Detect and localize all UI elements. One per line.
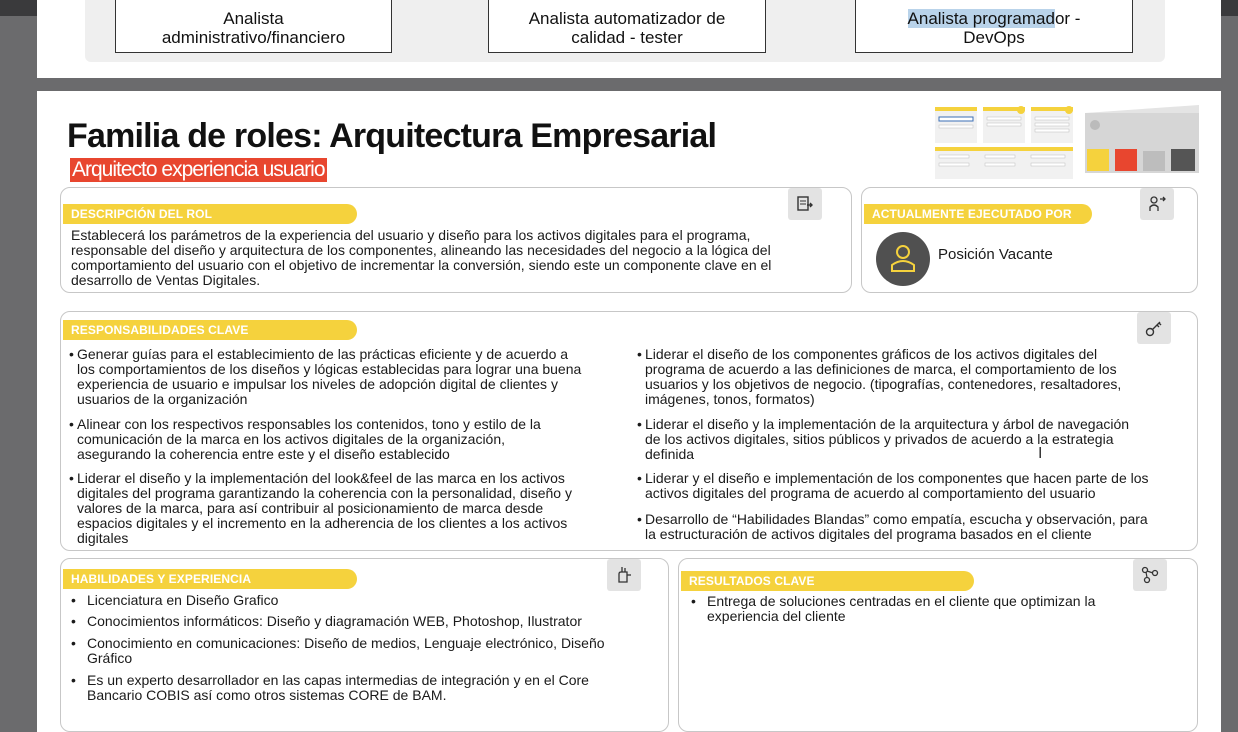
role-box-line-rest: or -	[1054, 9, 1081, 28]
responsabilidad-item: Liderar y el diseño e implementación de …	[637, 471, 1193, 501]
item-line: Bancario COBIS así como otros sistemas C…	[87, 687, 447, 703]
descripcion-header: DESCRIPCIÓN DEL ROL	[63, 204, 357, 224]
descripcion-text: Establecerá los parámetros de la experie…	[71, 228, 846, 288]
resultados-header: RESULTADOS CLAVE	[681, 571, 974, 591]
habilidad-item: Conocimiento en comunicaciones: Diseño d…	[71, 636, 661, 666]
item-line: definida	[645, 446, 695, 462]
habilidad-item: Licenciatura en Diseño Grafico	[71, 592, 661, 609]
responsabilidad-item: Desarrollo de “Habilidades Blandas” como…	[637, 512, 1193, 542]
resultado-item: Entrega de soluciones centradas en el cl…	[691, 594, 1191, 624]
descripcion-line: Establecerá los parámetros de la experie…	[71, 227, 751, 243]
item-line: Gráfico	[87, 650, 133, 666]
person-outline-icon	[891, 245, 915, 272]
page-subtitle: Arquitecto experiencia usuario	[70, 158, 327, 182]
previous-slide: Analista administrativo/financiero Anali…	[37, 0, 1221, 78]
role-box-line: Analista programador -	[856, 9, 1132, 28]
responsabilidad-item: Liderar el diseño y la implementación de…	[69, 471, 629, 546]
item-line: digitales	[77, 530, 129, 546]
item-line: Generar guías para el establecimiento de…	[77, 346, 569, 362]
item-line: Licenciatura en Diseño Grafico	[87, 592, 279, 608]
item-line: Liderar el diseño y la implementación de…	[77, 470, 565, 486]
item-line: Alinear con los respectivos responsables…	[77, 416, 541, 432]
item-line: Entrega de soluciones centradas en el cl…	[707, 593, 1096, 609]
network-nodes-icon	[1133, 559, 1167, 591]
ejecutado-header: ACTUALMENTE EJECUTADO POR	[864, 204, 1092, 224]
descripcion-line: comportamiento del usuario con el objeti…	[71, 257, 772, 273]
role-box-devops: Analista programador - DevOps	[855, 0, 1133, 53]
descripcion-line: responsable del diseño y arquitectura de…	[71, 242, 771, 258]
habilidad-item: Conocimientos informáticos: Diseño y dia…	[71, 613, 661, 630]
hand-pen-icon	[607, 559, 641, 591]
habilidades-card: HABILIDADES Y EXPERIENCIA Licenciatura e…	[60, 558, 669, 732]
habilidades-header: HABILIDADES Y EXPERIENCIA	[63, 569, 357, 589]
item-line: espacios digitales y el incremento en la…	[77, 515, 568, 531]
role-box-line: DevOps	[963, 28, 1025, 47]
page-title: Familia de roles: Arquitectura Empresari…	[67, 117, 717, 155]
habilidad-item: Es un experto desarrollador en las capas…	[71, 673, 661, 703]
role-map-thumbnail	[935, 105, 1199, 179]
item-line: Liderar el diseño y la implementación de…	[645, 416, 1130, 432]
role-box-line: administrativo/financiero	[161, 28, 346, 47]
item-line: la estructuración de activos digitales d…	[645, 526, 1092, 542]
item-line: valores de la marca, para así contribuir…	[77, 500, 544, 516]
item-line: activos digitales del programa de acuerd…	[645, 485, 1096, 501]
responsabilidad-item: Liderar el diseño y la implementación de…	[637, 417, 1193, 462]
descripcion-card: DESCRIPCIÓN DEL ROL Establecerá los pará…	[60, 187, 852, 293]
item-line: asegurando la coherencia entre este y el…	[77, 446, 450, 462]
responsabilidad-item: Generar guías para el establecimiento de…	[69, 347, 629, 407]
item-line: usuarios y los objetivos de negocio. (ti…	[645, 376, 1122, 392]
role-box-line: calidad - tester	[571, 28, 683, 47]
responsabilidad-item: Alinear con los respectivos responsables…	[69, 417, 629, 462]
item-line: Liderar el diseño de los componentes grá…	[645, 346, 1098, 362]
item-line: programa de acuerdo a las definiciones d…	[645, 361, 1117, 377]
ejecutado-value: Posición Vacante	[938, 246, 1053, 263]
slide-page: Familia de roles: Arquitectura Empresari…	[37, 91, 1221, 732]
ejecutado-card: ACTUALMENTE EJECUTADO POR Posición Vacan…	[861, 187, 1198, 293]
item-line: Desarrollo de “Habilidades Blandas” como…	[645, 511, 1148, 527]
item-line: de los activos digitales, sitios público…	[645, 431, 1114, 447]
descripcion-line: desarrollo de Ventas Digitales.	[71, 272, 261, 288]
avatar	[876, 232, 930, 286]
document-arrow-icon	[788, 188, 822, 220]
text-cursor-icon: I	[1038, 445, 1043, 462]
item-line: comunicación de la marca en los activos …	[77, 431, 506, 447]
item-line: usuarios de la organización	[77, 391, 248, 407]
role-box-line: Analista automatizador de	[528, 9, 726, 28]
people-arrows-icon	[1140, 188, 1174, 220]
role-box-administrativo: Analista administrativo/financiero	[115, 0, 392, 53]
responsabilidad-item: Liderar el diseño de los componentes grá…	[637, 347, 1193, 407]
item-line: imágenes, tonos, formatos)	[645, 391, 815, 407]
item-line: Es un experto desarrollador en las capas…	[87, 672, 589, 688]
item-line: experiencia de usuario e impulsar los ni…	[77, 376, 558, 392]
responsabilidades-header: RESPONSABILIDADES CLAVE	[63, 320, 357, 340]
item-line: los comportamientos de los diseños y lóg…	[77, 361, 582, 377]
item-line: Liderar y el diseño e implementación de …	[645, 470, 1149, 486]
item-line: Conocimientos informáticos: Diseño y dia…	[87, 613, 582, 629]
item-line: Conocimiento en comunicaciones: Diseño d…	[87, 635, 605, 651]
responsabilidades-card: RESPONSABILIDADES CLAVE Generar guías pa…	[60, 311, 1198, 551]
role-box-tester: Analista automatizador de calidad - test…	[488, 0, 766, 53]
item-line: digitales del programa garantizando la c…	[77, 485, 572, 501]
item-line: experiencia del cliente	[707, 608, 846, 624]
resultados-card: RESULTADOS CLAVE Entrega de soluciones c…	[678, 558, 1198, 732]
role-box-line: Analista	[223, 9, 284, 28]
key-icon	[1137, 312, 1171, 344]
selected-text[interactable]: Analista programad	[907, 9, 1055, 28]
